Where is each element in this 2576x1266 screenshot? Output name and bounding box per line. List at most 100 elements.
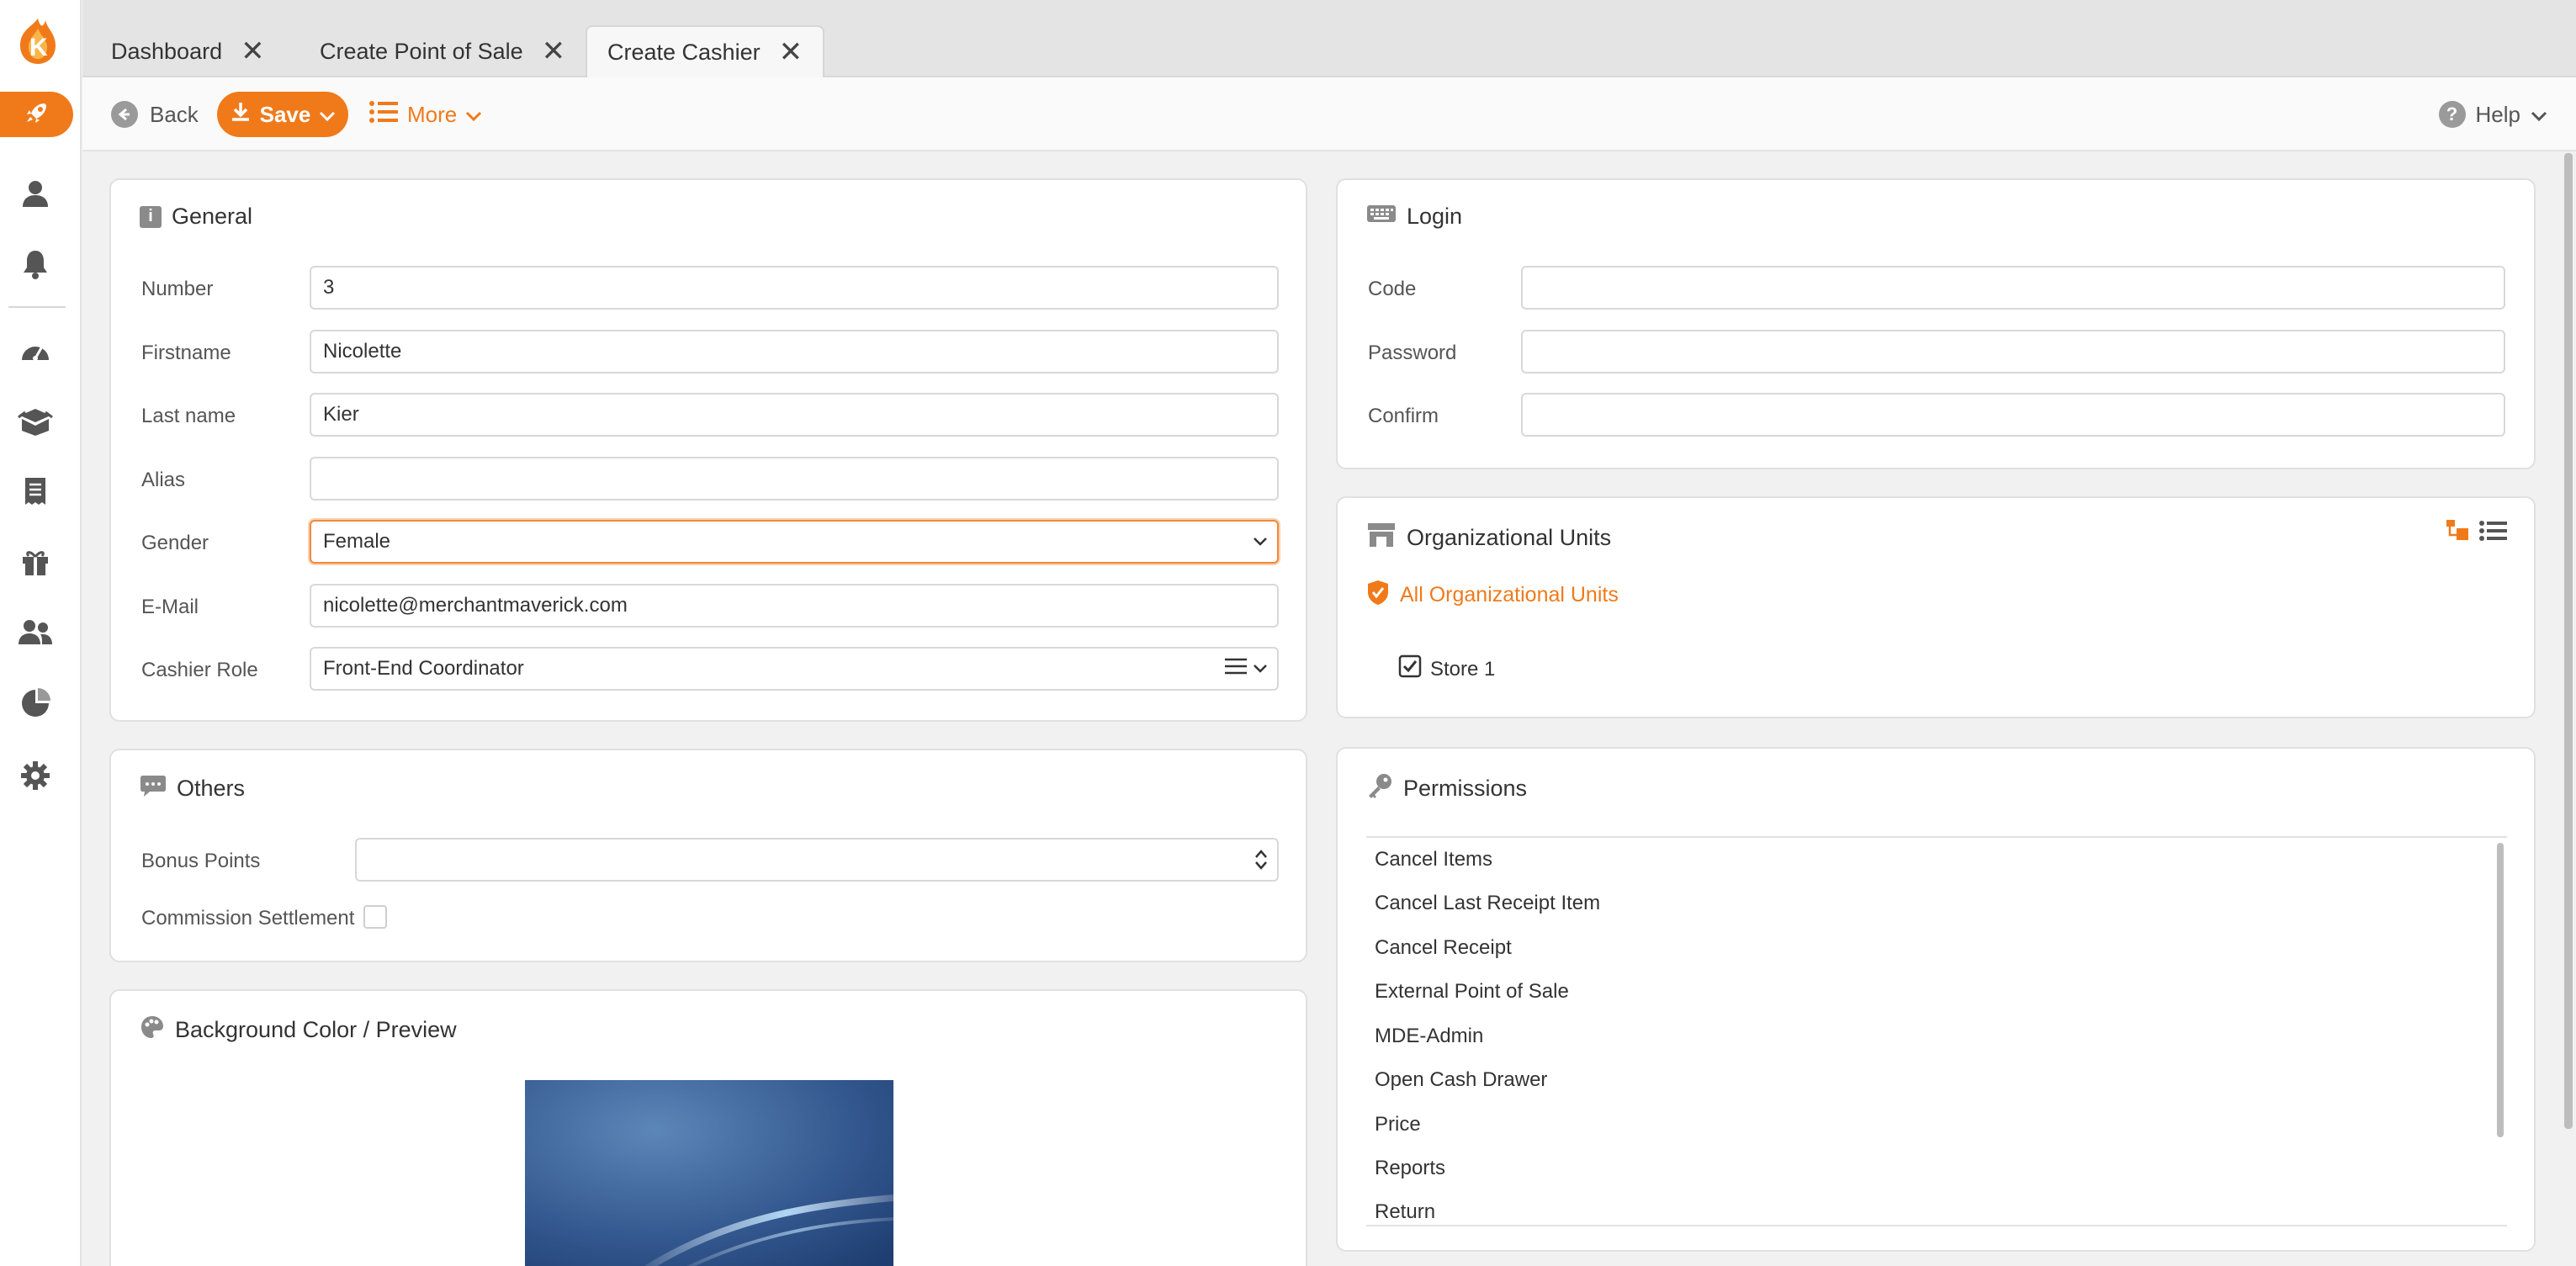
- permissions-panel: Permissions Cancel Items Cancel Last Rec…: [1336, 747, 2536, 1252]
- rocket-icon: [23, 98, 51, 131]
- email-input[interactable]: nicolette@merchantmaverick.com: [310, 584, 1279, 628]
- firstname-label: Firstname: [141, 342, 231, 364]
- user-icon[interactable]: [17, 175, 54, 212]
- general-panel: i General Number 3 Firstname Nicolette L…: [109, 178, 1307, 722]
- confirm-label: Confirm: [1368, 405, 1439, 427]
- number-input[interactable]: 3: [310, 266, 1279, 310]
- permission-item[interactable]: Price: [1375, 1113, 1421, 1136]
- cashier-role-label: Cashier Role: [141, 659, 258, 681]
- tab-create-point-of-sale[interactable]: Create Point of Sale ✕: [299, 25, 586, 77]
- tab-create-cashier[interactable]: Create Cashier ✕: [586, 25, 825, 77]
- settings-gear-icon[interactable]: [17, 757, 54, 794]
- close-icon[interactable]: ✕: [779, 38, 803, 66]
- help-button[interactable]: ? Help: [2438, 96, 2547, 133]
- speech-bubble-icon: [140, 774, 167, 803]
- others-title: Others: [140, 774, 245, 803]
- close-icon[interactable]: ✕: [241, 37, 265, 66]
- checkbox-checked-icon[interactable]: [1398, 654, 1422, 684]
- alias-label: Alias: [141, 469, 186, 491]
- cashier-role-controls: [1223, 649, 1269, 689]
- dashboard-gauge-icon[interactable]: [17, 333, 54, 370]
- email-label: E-Mail: [141, 596, 199, 618]
- tab-label: Create Cashier: [607, 39, 761, 65]
- tab-bar: Dashboard ✕ Create Point of Sale ✕ Creat…: [82, 0, 2576, 77]
- bell-icon[interactable]: [17, 246, 54, 283]
- code-input[interactable]: [1521, 266, 2505, 310]
- shield-check-icon: [1366, 579, 1390, 612]
- lastname-label: Last name: [141, 405, 236, 427]
- sidebar-divider: [8, 306, 66, 308]
- back-button[interactable]: Back: [111, 96, 199, 133]
- background-title-text: Background Color / Preview: [175, 1017, 457, 1042]
- confirm-input[interactable]: [1521, 393, 2505, 437]
- others-panel: Others Bonus Points Commission Settlemen…: [109, 749, 1307, 962]
- sidebar: K: [0, 0, 82, 1266]
- tree-view-icon[interactable]: [2445, 518, 2475, 548]
- products-box-icon[interactable]: [17, 402, 54, 439]
- permission-item[interactable]: Return: [1375, 1200, 1435, 1224]
- permission-item[interactable]: Open Cash Drawer: [1375, 1068, 1547, 1092]
- number-value: 3: [323, 276, 335, 299]
- background-panel: Background Color / Preview: [109, 989, 1307, 1266]
- permission-item[interactable]: Cancel Receipt: [1375, 936, 1512, 960]
- pie-chart-icon[interactable]: [17, 685, 54, 722]
- close-icon[interactable]: ✕: [542, 37, 566, 66]
- help-label: Help: [2475, 101, 2520, 127]
- lastname-input[interactable]: Kier: [310, 393, 1279, 437]
- permissions-title: Permissions: [1366, 772, 1527, 805]
- receipt-icon[interactable]: [17, 473, 54, 510]
- menu-lines-icon[interactable]: [1223, 657, 1248, 681]
- more-label: More: [407, 101, 458, 127]
- more-button[interactable]: More: [368, 96, 482, 133]
- background-preview-image[interactable]: [525, 1080, 893, 1266]
- key-icon: [1366, 772, 1393, 805]
- gender-select[interactable]: Female: [310, 520, 1279, 564]
- firstname-value: Nicolette: [323, 340, 402, 363]
- others-title-text: Others: [177, 776, 246, 801]
- chevron-down-icon[interactable]: [1252, 657, 1269, 681]
- cashier-role-select[interactable]: Front-End Coordinator: [310, 647, 1279, 691]
- users-group-icon[interactable]: [17, 614, 54, 651]
- tab-dashboard[interactable]: Dashboard ✕: [91, 25, 285, 77]
- bonus-points-input[interactable]: [355, 838, 1279, 882]
- list-view-icon[interactable]: [2478, 518, 2509, 548]
- org-units-panel: Organizational Units All Organizational …: [1336, 496, 2536, 718]
- org-unit-item[interactable]: Store 1: [1398, 654, 1495, 684]
- firstname-input[interactable]: Nicolette: [310, 330, 1279, 373]
- password-label: Password: [1368, 342, 1457, 364]
- chevron-down-icon: [2531, 102, 2547, 128]
- permission-item[interactable]: Cancel Last Receipt Item: [1375, 892, 1600, 915]
- download-icon: [230, 101, 252, 129]
- general-title-text: General: [172, 204, 253, 229]
- permissions-scrollbar[interactable]: [2497, 843, 2504, 1137]
- chevron-down-icon: [465, 102, 482, 128]
- page-scrollbar[interactable]: [2564, 153, 2573, 1129]
- login-panel: Login Code Password Confirm: [1336, 178, 2536, 469]
- list-icon: [368, 99, 399, 130]
- gift-icon[interactable]: [17, 543, 54, 580]
- permission-item[interactable]: Cancel Items: [1375, 848, 1492, 871]
- svg-text:K: K: [29, 34, 48, 61]
- keyboard-icon: [1366, 204, 1397, 230]
- alias-input[interactable]: [310, 457, 1279, 501]
- save-button[interactable]: Save: [217, 92, 348, 137]
- commission-checkbox[interactable]: [363, 905, 387, 929]
- org-unit-label: Store 1: [1430, 657, 1496, 681]
- permission-item[interactable]: Reports: [1375, 1157, 1445, 1180]
- number-label: Number: [141, 278, 214, 300]
- stepper-icon[interactable]: [1254, 840, 1269, 880]
- all-org-units-link[interactable]: All Organizational Units: [1366, 579, 1619, 612]
- password-input[interactable]: [1521, 330, 2505, 373]
- lastname-value: Kier: [323, 403, 359, 426]
- permissions-list[interactable]: Cancel Items Cancel Last Receipt Item Ca…: [1366, 836, 2507, 1226]
- org-units-title-text: Organizational Units: [1407, 525, 1612, 550]
- store-icon: [1366, 522, 1397, 554]
- permission-item[interactable]: External Point of Sale: [1375, 980, 1569, 1004]
- gender-label: Gender: [141, 532, 209, 554]
- launch-button[interactable]: [0, 92, 73, 137]
- permission-item[interactable]: MDE-Admin: [1375, 1025, 1483, 1048]
- background-title: Background Color / Preview: [140, 1014, 457, 1046]
- bonus-points-label: Bonus Points: [141, 850, 261, 872]
- chevron-down-icon: [319, 102, 336, 128]
- app-logo[interactable]: K: [8, 15, 67, 66]
